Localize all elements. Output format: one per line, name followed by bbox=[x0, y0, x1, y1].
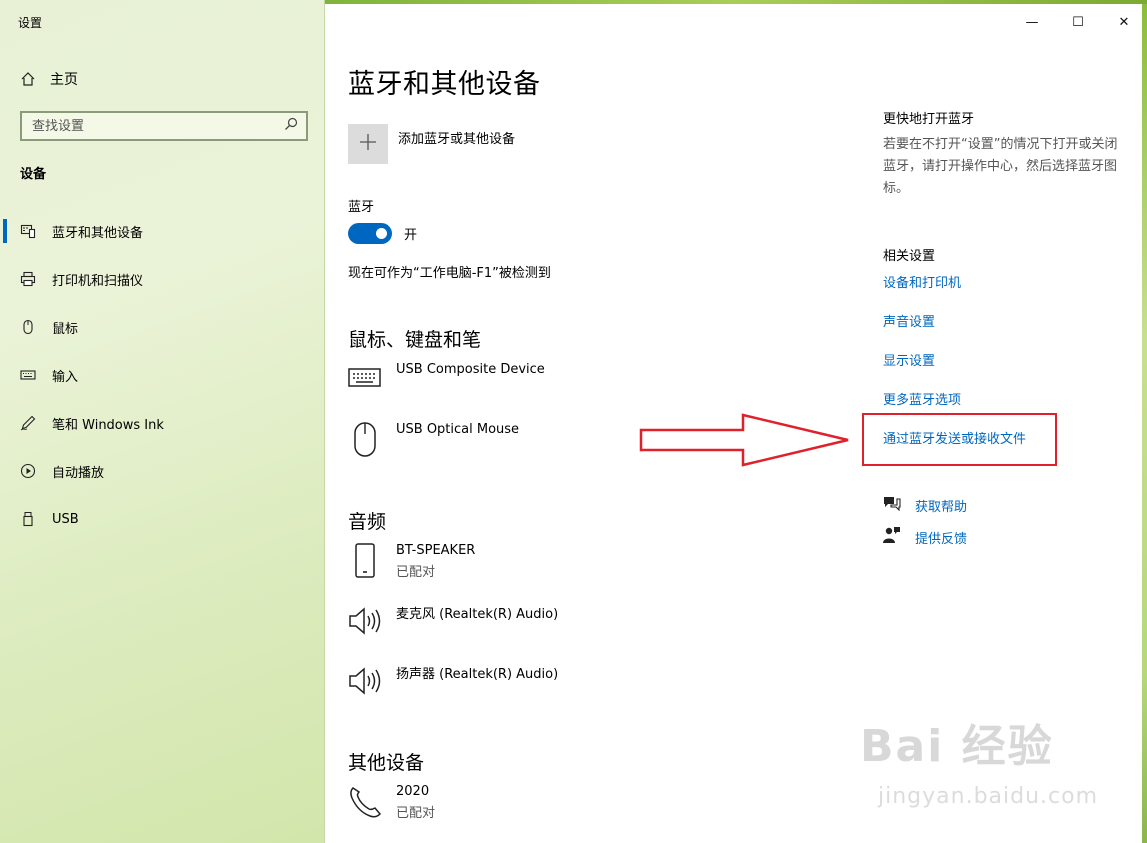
group-title-other-devices: 其他设备 bbox=[348, 752, 425, 774]
sidebar-item-label: 笔和 Windows Ink bbox=[52, 417, 164, 433]
group-title-input-devices: 鼠标、键盘和笔 bbox=[348, 329, 482, 351]
link-devices-printers[interactable]: 设备和打印机 bbox=[883, 272, 961, 291]
keyboard-icon bbox=[348, 362, 382, 402]
watermark-url: jingyan.baidu.com bbox=[878, 784, 1099, 809]
annotation-highlight-box bbox=[862, 413, 1057, 466]
feedback-link[interactable]: 提供反馈 bbox=[915, 528, 967, 547]
device-name: USB Optical Mouse bbox=[396, 422, 520, 437]
phone-handset-icon bbox=[348, 784, 382, 824]
device-name: 扬声器 (Realtek(R) Audio) bbox=[396, 667, 559, 682]
keyboard-icon bbox=[20, 367, 36, 383]
plus-icon bbox=[359, 133, 377, 155]
mouse-icon bbox=[20, 319, 36, 335]
sidebar-item-input[interactable]: 输入 bbox=[0, 351, 325, 399]
bluetooth-toggle[interactable] bbox=[348, 223, 392, 244]
nav-home[interactable]: 主页 bbox=[20, 68, 78, 90]
printer-icon bbox=[20, 271, 36, 287]
mouse-icon bbox=[348, 422, 382, 462]
autoplay-icon bbox=[20, 463, 36, 479]
bluetooth-toggle-row: 开 bbox=[348, 223, 417, 244]
bluetooth-devices-icon bbox=[20, 223, 36, 239]
sidebar-item-label: USB bbox=[52, 511, 79, 527]
search-icon[interactable] bbox=[284, 117, 298, 135]
quick-open-title: 更快地打开蓝牙 bbox=[883, 112, 975, 127]
help-chat-icon bbox=[883, 495, 901, 515]
link-more-bluetooth-options[interactable]: 更多蓝牙选项 bbox=[883, 389, 961, 408]
get-help-link[interactable]: 获取帮助 bbox=[915, 496, 967, 515]
section-label: 设备 bbox=[20, 167, 47, 182]
link-sound-settings[interactable]: 声音设置 bbox=[883, 311, 935, 330]
feedback-row[interactable]: 提供反馈 bbox=[883, 526, 967, 548]
device-name: USB Composite Device bbox=[396, 362, 545, 377]
get-help-row[interactable]: 获取帮助 bbox=[883, 495, 967, 515]
device-name: BT-SPEAKER bbox=[396, 543, 476, 558]
device-name: 麦克风 (Realtek(R) Audio) bbox=[396, 607, 559, 622]
speaker-icon bbox=[348, 603, 382, 643]
sidebar: 设置 主页 设备 蓝牙和其他设备 打印机和扫描仪 bbox=[0, 0, 325, 843]
add-device-label[interactable]: 添加蓝牙或其他设备 bbox=[398, 128, 515, 164]
feedback-person-icon bbox=[883, 526, 901, 548]
group-title-audio: 音频 bbox=[348, 511, 387, 533]
device-item[interactable]: BT-SPEAKER 已配对 bbox=[348, 543, 828, 583]
sidebar-item-mouse[interactable]: 鼠标 bbox=[0, 303, 325, 351]
device-item[interactable]: 麦克风 (Realtek(R) Audio) bbox=[348, 603, 828, 643]
quick-open-description: 若要在不打开“设置”的情况下打开或关闭蓝牙，请打开操作中心，然后选择蓝牙图标。 bbox=[883, 137, 1118, 196]
phone-device-icon bbox=[348, 543, 382, 583]
related-settings-title: 相关设置 bbox=[883, 249, 936, 264]
pen-icon bbox=[20, 415, 36, 431]
watermark: Bai 经验 jingyan.baidu.com bbox=[860, 710, 1105, 830]
scrollbar-edge[interactable] bbox=[1142, 4, 1147, 843]
annotation-arrow bbox=[639, 413, 849, 467]
add-device-button[interactable] bbox=[348, 124, 388, 164]
sidebar-item-printers[interactable]: 打印机和扫描仪 bbox=[0, 255, 325, 303]
sidebar-item-label: 蓝牙和其他设备 bbox=[52, 225, 144, 241]
sidebar-item-label: 自动播放 bbox=[52, 465, 105, 481]
home-icon bbox=[20, 71, 36, 87]
sidebar-item-label: 鼠标 bbox=[52, 321, 79, 337]
device-item[interactable]: USB Composite Device bbox=[348, 362, 828, 402]
nav-list: 蓝牙和其他设备 打印机和扫描仪 鼠标 输入 笔和 Windows Ink 自动播… bbox=[0, 207, 325, 543]
device-status: 已配对 bbox=[396, 806, 436, 821]
sidebar-item-pen[interactable]: 笔和 Windows Ink bbox=[0, 399, 325, 447]
speaker-icon bbox=[348, 663, 382, 703]
sidebar-item-bluetooth[interactable]: 蓝牙和其他设备 bbox=[0, 207, 325, 255]
bluetooth-state-label: 开 bbox=[404, 228, 418, 243]
sidebar-item-autoplay[interactable]: 自动播放 bbox=[0, 447, 325, 495]
bluetooth-label: 蓝牙 bbox=[348, 200, 375, 215]
link-display-settings[interactable]: 显示设置 bbox=[883, 350, 935, 369]
watermark-brand: Bai 经验 bbox=[860, 721, 1054, 772]
device-status: 已配对 bbox=[396, 565, 436, 580]
usb-icon bbox=[20, 511, 36, 527]
sidebar-item-label: 输入 bbox=[52, 369, 79, 385]
discoverable-text: 现在可作为“工作电脑-F1”被检测到 bbox=[348, 266, 551, 281]
search-box[interactable] bbox=[20, 111, 308, 141]
sidebar-item-label: 打印机和扫描仪 bbox=[52, 273, 144, 289]
device-item[interactable]: 扬声器 (Realtek(R) Audio) bbox=[348, 663, 828, 703]
page-title: 蓝牙和其他设备 bbox=[348, 69, 541, 100]
nav-home-label: 主页 bbox=[50, 72, 78, 88]
sidebar-item-usb[interactable]: USB bbox=[0, 495, 325, 543]
device-name: 2020 bbox=[396, 784, 430, 799]
app-title: 设置 bbox=[18, 16, 43, 30]
device-item[interactable]: 2020 已配对 bbox=[348, 784, 828, 824]
search-input[interactable] bbox=[32, 118, 272, 134]
add-device-row[interactable]: 添加蓝牙或其他设备 bbox=[348, 124, 515, 164]
